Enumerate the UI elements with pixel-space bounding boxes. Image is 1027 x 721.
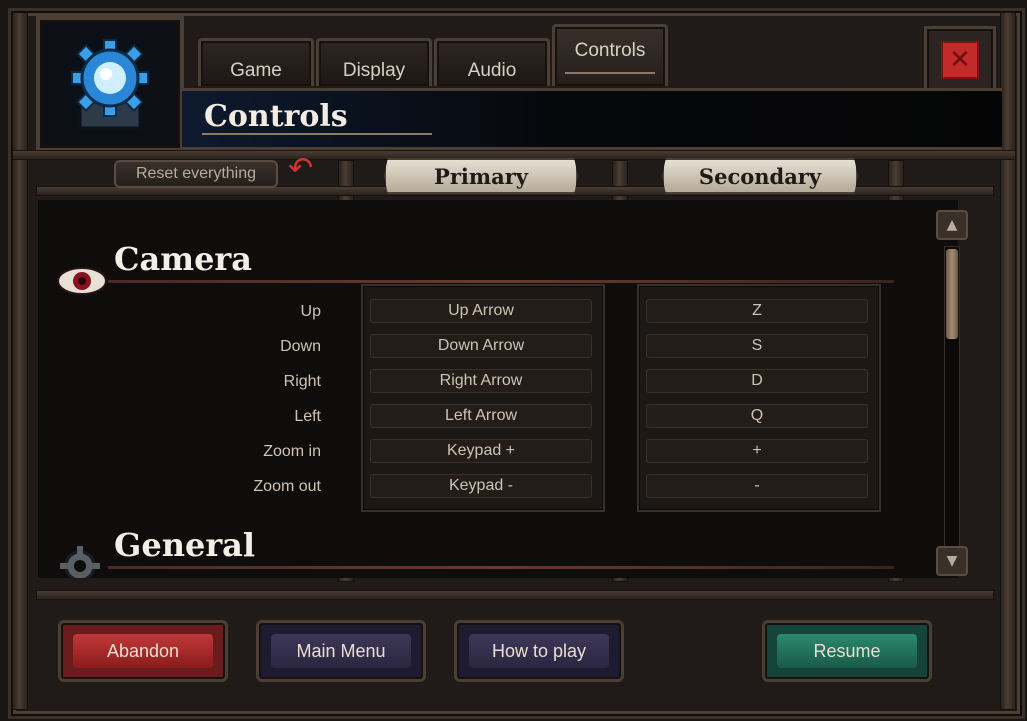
controls-emblem xyxy=(36,16,184,152)
page-title: Controls xyxy=(204,99,348,134)
secondary-key-zoom-in[interactable]: + xyxy=(646,439,868,463)
cog-icon xyxy=(60,546,100,578)
right-pillar xyxy=(1000,12,1016,710)
title-bar: Controls xyxy=(182,88,1002,150)
secondary-column-header: Secondary xyxy=(662,158,858,194)
tab-display[interactable]: Display xyxy=(316,38,432,86)
undo-icon[interactable]: ↶ xyxy=(288,154,313,184)
eye-icon xyxy=(57,267,107,295)
left-pillar xyxy=(12,12,28,710)
how-to-play-label: How to play xyxy=(469,634,609,668)
primary-key-left[interactable]: Left Arrow xyxy=(370,404,592,428)
resume-label: Resume xyxy=(777,634,917,668)
close-button[interactable]: ✕ xyxy=(924,26,996,94)
section-title-general: General xyxy=(114,526,256,564)
reset-everything-button[interactable]: Reset everything xyxy=(114,160,278,188)
footer-rail xyxy=(36,590,994,600)
secondary-key-zoom-out[interactable]: - xyxy=(646,474,868,498)
action-label: Zoom in xyxy=(263,443,321,460)
title-underline xyxy=(202,133,432,135)
secondary-key-down[interactable]: S xyxy=(646,334,868,358)
main-menu-label: Main Menu xyxy=(271,634,411,668)
section-title-camera: Camera xyxy=(114,240,253,278)
secondary-key-right[interactable]: D xyxy=(646,369,868,393)
resume-button[interactable]: Resume xyxy=(762,620,932,682)
how-to-play-button[interactable]: How to play xyxy=(454,620,624,682)
tab-controls[interactable]: Controls xyxy=(552,24,668,86)
main-menu-button[interactable]: Main Menu xyxy=(256,620,426,682)
gear-icon xyxy=(71,39,149,130)
primary-key-zoom-out[interactable]: Keypad - xyxy=(370,474,592,498)
abandon-button[interactable]: Abandon xyxy=(58,620,228,682)
action-label: Right xyxy=(283,373,321,390)
bindings-list: Camera Up Up Arrow Z Down Down Arrow S R… xyxy=(38,200,958,578)
scroll-up-button[interactable]: ▲ xyxy=(936,210,968,240)
primary-key-up[interactable]: Up Arrow xyxy=(370,299,592,323)
primary-column-header: Primary xyxy=(384,158,578,194)
scrollbar[interactable]: ▲ ▼ xyxy=(932,210,972,580)
section-rule-camera xyxy=(108,280,894,283)
close-icon: ✕ xyxy=(941,41,979,79)
action-label: Up xyxy=(300,303,321,320)
abandon-label: Abandon xyxy=(73,634,213,668)
action-label: Down xyxy=(280,338,321,355)
tab-audio[interactable]: Audio xyxy=(434,38,550,86)
secondary-key-left[interactable]: Q xyxy=(646,404,868,428)
action-label: Left xyxy=(294,408,321,425)
primary-key-down[interactable]: Down Arrow xyxy=(370,334,592,358)
section-rule-general xyxy=(108,566,894,569)
scroll-down-button[interactable]: ▼ xyxy=(936,546,968,576)
tab-game[interactable]: Game xyxy=(198,38,314,86)
scroll-thumb[interactable] xyxy=(946,249,958,339)
primary-key-zoom-in[interactable]: Keypad + xyxy=(370,439,592,463)
scroll-rail[interactable] xyxy=(944,246,960,548)
primary-key-right[interactable]: Right Arrow xyxy=(370,369,592,393)
action-label: Zoom out xyxy=(253,478,321,495)
secondary-key-up[interactable]: Z xyxy=(646,299,868,323)
